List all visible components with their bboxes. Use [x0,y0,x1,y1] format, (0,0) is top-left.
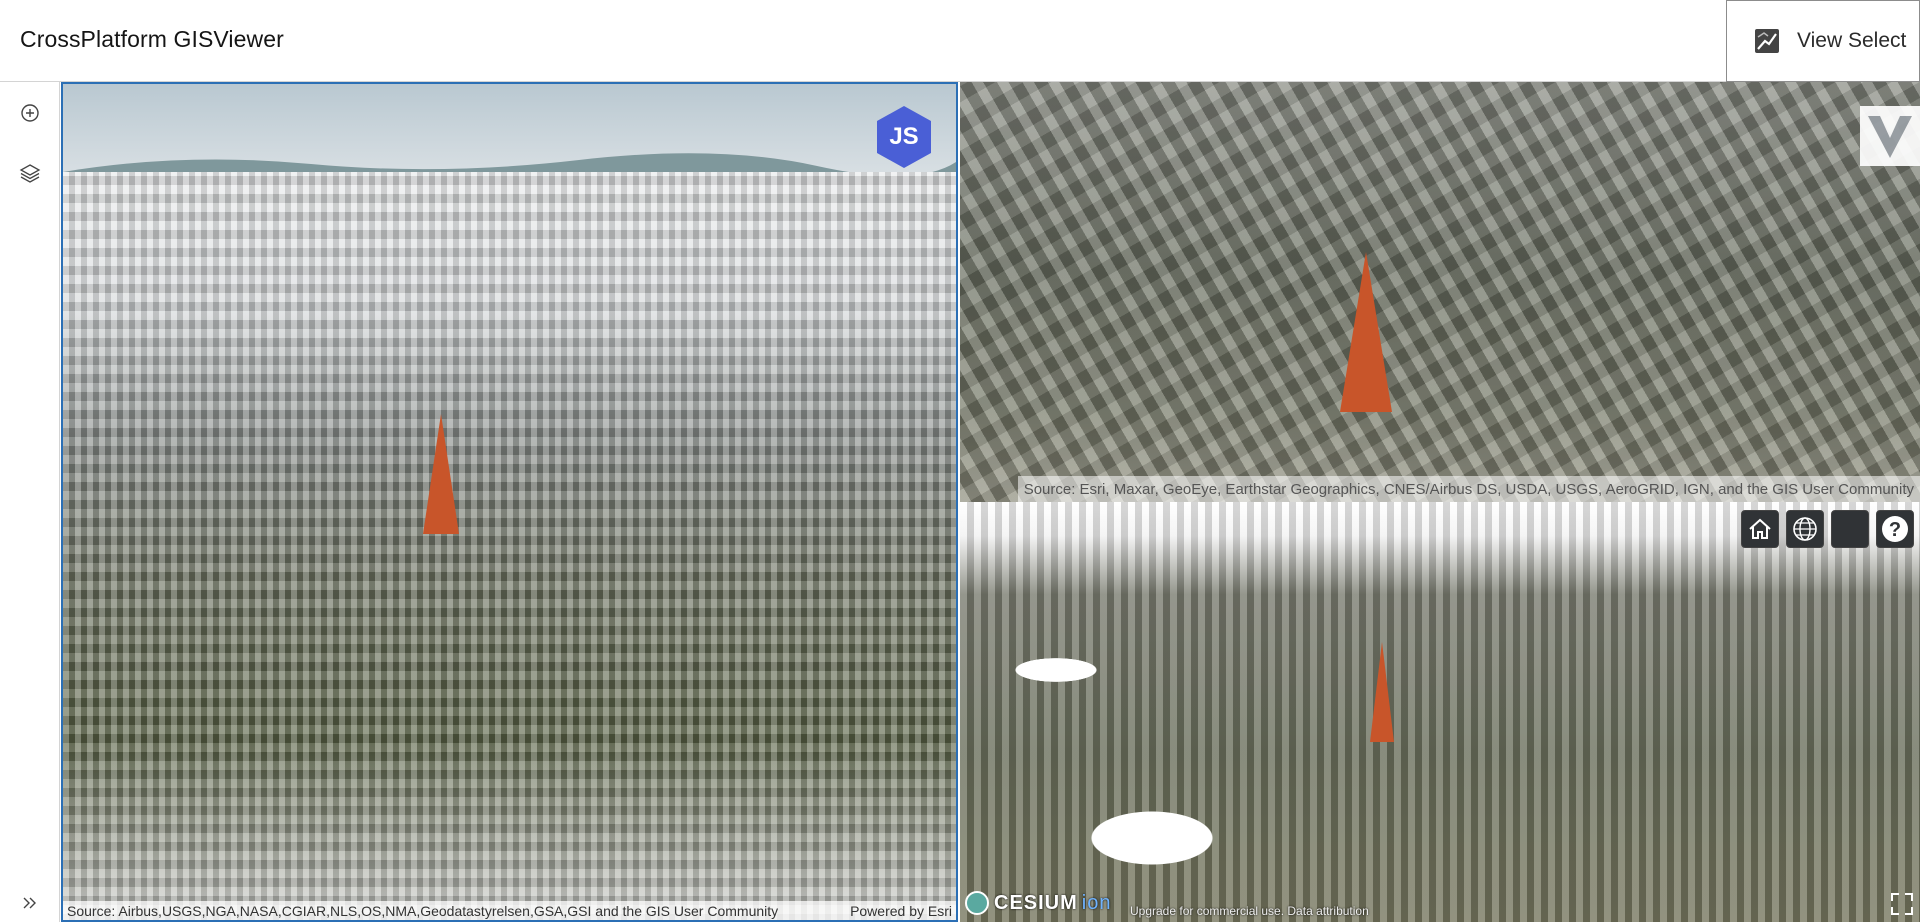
attribution-source: Source: Airbus,USGS,NGA,NASA,CGIAR,NLS,O… [67,902,779,919]
js-logo-text: JS [889,123,918,150]
add-circle-icon [21,104,39,122]
expand-chevrons-icon [23,897,36,909]
help-button[interactable]: ? [1876,510,1914,548]
arcgis-scene-view[interactable]: JS Source: Airbus,USGS,NGA,NASA,CGIAR,NL… [61,82,958,922]
cesium-logo-text: CESIUM [994,891,1078,914]
city-imagery [960,82,1920,502]
home-icon [1749,518,1771,539]
svg-text:?: ? [1889,519,1901,541]
app-title: CrossPlatform GISViewer [20,26,284,52]
cesium-credits[interactable]: Upgrade for commercial use. Data attribu… [1130,904,1369,918]
base-layer-picker-button[interactable] [1786,510,1824,548]
arcgis-js-logo-icon: JS [877,106,931,168]
cesium-logo-icon [965,891,989,915]
view-select-icon [1755,29,1779,53]
help-icon: ? [1882,516,1908,542]
city-3d-buildings [63,172,956,920]
cesium-logo-suffix: ion [1081,891,1112,914]
globe-icon [1793,517,1817,541]
layers-icon [19,164,41,183]
view-select-button[interactable]: View Select [1726,0,1920,82]
viewer-v-logo-icon [1860,106,1920,166]
city-3d-tiles [960,502,1920,922]
expand-toolbar-button[interactable] [14,887,46,919]
left-toolbar [0,82,60,922]
tokyo-tower [423,414,459,534]
esri-attribution: Source: Airbus,USGS,NGA,NASA,CGIAR,NLS,O… [63,901,956,920]
fullscreen-button[interactable] [1888,890,1916,918]
view-select-label: View Select [1797,29,1907,52]
add-button[interactable] [14,97,46,129]
attribution-powered-by[interactable]: Powered by Esri [850,903,952,919]
scene-mode-button[interactable] [1831,510,1869,548]
secondary-scene-view[interactable]: Source: Esri, Maxar, GeoEye, Earthstar G… [960,82,1920,502]
tokyo-tower [1370,642,1394,742]
fullscreen-icon [1891,893,1913,915]
app-header: CrossPlatform GISViewer View Select [0,0,1920,82]
layers-button[interactable] [14,157,46,189]
cesium-ion-logo[interactable]: CESIUM ion [964,890,1112,916]
home-button[interactable] [1741,510,1779,548]
imagery-attribution: Source: Esri, Maxar, GeoEye, Earthstar G… [1017,476,1920,502]
cesium-toolbar: ? [1741,510,1914,548]
tokyo-tower [1340,252,1392,412]
cesium-viewer[interactable]: ? CESIUM ion Upgrade for commercial use.… [960,502,1920,922]
